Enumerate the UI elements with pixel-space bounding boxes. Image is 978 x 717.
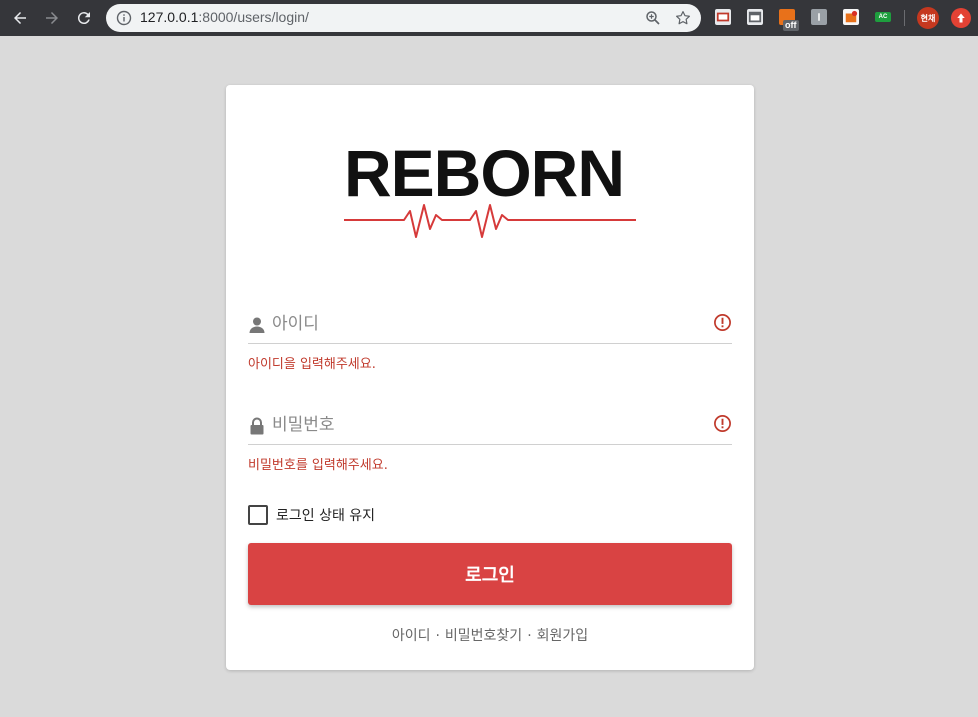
forward-button[interactable] (41, 7, 63, 29)
remember-label[interactable]: 로그인 상태 유지 (276, 505, 375, 525)
zoom-icon[interactable] (644, 9, 662, 27)
username-field (248, 304, 732, 344)
find-password-link[interactable]: 비밀번호찾기 (445, 628, 522, 644)
reload-icon (77, 12, 90, 25)
profile-avatar[interactable]: 현채 (917, 7, 939, 29)
bookmark-star-icon[interactable] (674, 9, 692, 27)
heartbeat-line-icon (344, 204, 636, 238)
url-path: :8000/users/login/ (198, 9, 309, 25)
extension-ac-icon[interactable]: AC (875, 12, 891, 22)
password-input[interactable] (272, 411, 692, 439)
arrow-left-icon (14, 12, 26, 24)
extension-badge: off (783, 20, 799, 31)
extension-5-icon[interactable] (843, 9, 859, 25)
reborn-logo: REBORN (344, 136, 636, 243)
login-button[interactable]: 로그인 (248, 543, 732, 605)
logo-text: REBORN (344, 136, 625, 210)
toolbar-divider (904, 10, 905, 26)
update-button[interactable] (951, 8, 971, 28)
extension-ac-label: AC (878, 14, 888, 20)
username-input[interactable] (272, 310, 692, 338)
url-text: 127.0.0.1:8000/users/login/ (140, 9, 309, 25)
arrow-right-icon (46, 12, 58, 24)
account-links: 아이디 · 비밀번호찾기 · 회원가입 (226, 625, 754, 645)
extension-1-icon[interactable] (715, 9, 731, 25)
link-separator: · (527, 628, 532, 644)
arrow-up-icon (957, 13, 965, 23)
remember-me[interactable]: 로그인 상태 유지 (248, 505, 375, 525)
extension-4-icon[interactable] (811, 9, 827, 25)
user-icon (249, 317, 265, 333)
lock-icon (250, 417, 264, 435)
url-host: 127.0.0.1 (140, 9, 199, 25)
error-icon (714, 314, 731, 331)
extension-2-icon[interactable] (747, 9, 763, 25)
find-id-link[interactable]: 아이디 (392, 628, 431, 644)
login-card: REBORN 아이디을 입력해주세요. 비밀번호를 입력해주세요. (226, 85, 754, 670)
link-separator: · (435, 628, 440, 644)
address-bar[interactable]: 127.0.0.1:8000/users/login/ (106, 4, 701, 32)
remember-checkbox[interactable] (248, 505, 268, 525)
reload-button[interactable] (73, 7, 95, 29)
password-field (248, 405, 732, 445)
error-icon (714, 415, 731, 432)
profile-label: 현채 (920, 13, 936, 23)
password-error: 비밀번호를 입력해주세요. (248, 458, 388, 473)
info-icon[interactable] (116, 10, 132, 26)
browser-toolbar: 127.0.0.1:8000/users/login/ off AC 현채 (0, 0, 978, 36)
username-error: 아이디을 입력해주세요. (248, 357, 376, 372)
signup-link[interactable]: 회원가입 (537, 628, 589, 644)
back-button[interactable] (9, 7, 31, 29)
